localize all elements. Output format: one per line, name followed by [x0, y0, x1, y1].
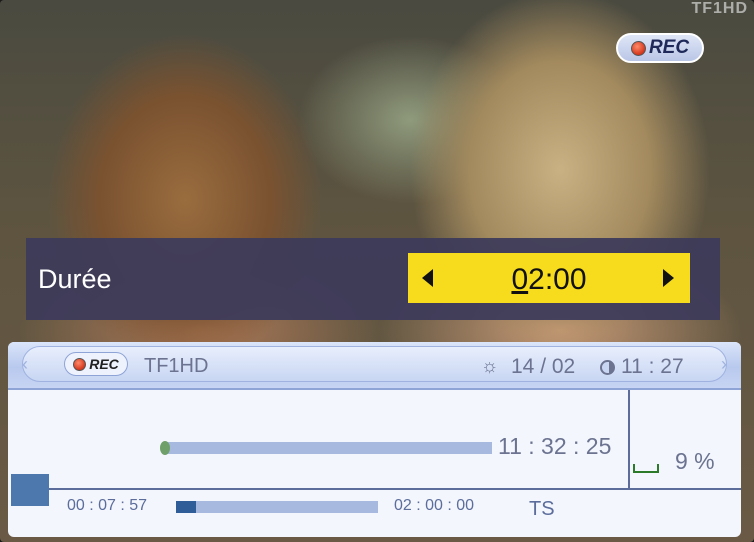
rec-dot-icon [630, 40, 646, 56]
current-time: 11 : 27 [621, 355, 684, 378]
rec-label: REC [648, 37, 690, 58]
channel-watermark: TF1HD [691, 0, 748, 17]
elapsed-time: 00 : 07 : 57 [67, 497, 148, 514]
stop-icon[interactable] [11, 474, 49, 506]
date: 14 / 02 [511, 355, 576, 378]
chevron-left-icon: ‹ [22, 354, 28, 374]
channel-name: TF1HD [144, 355, 209, 377]
rec-dot-icon [73, 357, 87, 371]
playback-progress-bar [176, 501, 378, 513]
clock-icon [600, 360, 615, 375]
right-arrow-icon[interactable] [663, 269, 674, 287]
rec-indicator: REC [616, 33, 704, 63]
rec-badge-label: REC [89, 356, 119, 372]
disk-usage: 9 % [675, 448, 715, 474]
chevron-right-icon: › [721, 354, 727, 374]
duration-selector[interactable]: 02:00 [408, 253, 690, 303]
sun-icon: ☼ [481, 356, 499, 377]
duration-value[interactable]: 02:00 [408, 263, 690, 297]
info-header: ‹ › REC TF1HD ☼ 14 / 02 11 : 27 [8, 342, 741, 390]
total-duration: 02 : 00 : 00 [394, 497, 475, 514]
rec-badge: REC [64, 352, 128, 376]
duration-dialog: Durée 02:00 [26, 238, 720, 320]
recording-position-marker [160, 441, 170, 455]
info-banner: ‹ › REC TF1HD ☼ 14 / 02 11 : 27 11 : 32 … [8, 342, 741, 537]
duration-value-rest: 2:00 [528, 263, 587, 296]
recording-end-time: 11 : 32 : 25 [498, 433, 612, 459]
tv-screen: TF1HD REC Durée 02:00 ‹ › REC TF1HD ☼ 14… [0, 0, 754, 542]
divider-horizontal [38, 488, 741, 490]
recording-progress-bar [166, 442, 492, 454]
duration-label: Durée [38, 264, 112, 294]
stream-mode: TS [529, 498, 555, 520]
divider-vertical [628, 390, 630, 488]
duration-cursor-digit: 0 [511, 263, 529, 296]
disk-icon [633, 464, 659, 473]
playback-progress-fill [176, 501, 196, 513]
